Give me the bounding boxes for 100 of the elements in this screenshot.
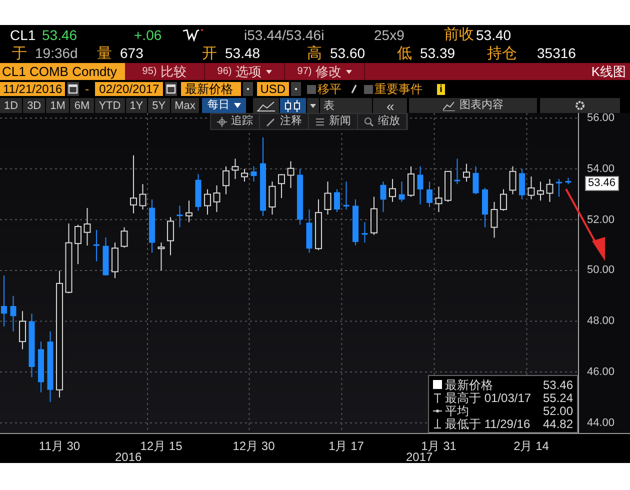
- candlestick: [102, 236, 109, 276]
- axis-label: 11月 30: [38, 438, 80, 455]
- candlestick: [204, 188, 211, 216]
- candlestick: [112, 242, 118, 279]
- security-field[interactable]: CL1 COMB Comdty: [0, 63, 125, 80]
- last-price: 53.46: [42, 26, 78, 44]
- date-separator: -: [84, 81, 90, 98]
- menu-button[interactable]: 95) 比较: [125, 63, 205, 80]
- settings-icon[interactable]: [540, 98, 620, 113]
- pencil-icon[interactable]: [350, 84, 358, 94]
- candlestick: [343, 181, 350, 210]
- period-tab[interactable]: 1M: [46, 98, 70, 113]
- candlestick: [74, 224, 82, 265]
- calendar-icon[interactable]: [165, 82, 178, 96]
- candlestick: [389, 178, 396, 202]
- candlestick: [454, 158, 460, 185]
- candlestick: [186, 200, 192, 223]
- calendar-icon[interactable]: [67, 82, 80, 96]
- candlestick: [315, 198, 322, 251]
- legend-label: 最新价格: [445, 376, 493, 392]
- candlestick: [509, 166, 516, 195]
- candlestick: [556, 178, 562, 198]
- candlestick: [158, 242, 165, 271]
- candlestick: [222, 166, 230, 195]
- candlestick: [537, 181, 544, 202]
- stat-label: 持仓: [487, 44, 517, 64]
- menu-button[interactable]: 96) 选项: [205, 63, 285, 80]
- candlestick: [19, 310, 26, 350]
- candlestick: [38, 341, 44, 393]
- low-marker-icon: [433, 418, 442, 428]
- candlestick: [306, 209, 312, 254]
- dropdown-icon[interactable]: [307, 98, 320, 113]
- axis-label: 1月 17: [328, 438, 364, 455]
- chart-tool-button[interactable]: 追踪: [211, 114, 260, 129]
- candlestick: [278, 173, 285, 199]
- axis-label: 2月 14: [514, 438, 549, 455]
- dropdown-icon[interactable]: [243, 82, 254, 96]
- stat-label: 高: [307, 44, 322, 64]
- collapse-button[interactable]: «: [373, 98, 408, 113]
- period-tab[interactable]: 6M: [70, 98, 94, 113]
- price-change: +.06: [134, 26, 163, 44]
- axis-label: 1月 31: [421, 438, 456, 453]
- period-tab[interactable]: YTD: [94, 98, 125, 113]
- info-badge[interactable]: i: [436, 84, 446, 94]
- axis-label: 12月 30: [232, 438, 275, 455]
- caret-icon: [234, 103, 242, 108]
- field-dropdown[interactable]: 最新价格: [181, 82, 242, 96]
- candlestick: [334, 188, 340, 213]
- price-tag: 53.46: [585, 176, 619, 191]
- period-tab[interactable]: Max: [170, 98, 200, 113]
- period-tab[interactable]: 5Y: [148, 98, 170, 113]
- candlestick-button[interactable]: [280, 98, 306, 113]
- chart-tool-button[interactable]: 新闻: [309, 114, 358, 129]
- dropdown-icon[interactable]: [290, 82, 301, 96]
- candlestick: [519, 168, 525, 200]
- candlestick: [287, 160, 294, 188]
- candlestick: [213, 184, 220, 213]
- candlestick: [398, 181, 405, 202]
- search-icon: [364, 116, 374, 126]
- currency-dropdown[interactable]: USD: [257, 82, 289, 96]
- crosshair-icon: [217, 116, 227, 126]
- high-marker-icon: [433, 392, 442, 402]
- frequency-dropdown[interactable]: 每日: [202, 98, 246, 113]
- period-tab[interactable]: 1Y: [126, 98, 148, 113]
- candlestick: [528, 176, 535, 200]
- candlestick: [84, 207, 91, 246]
- line-chart-button[interactable]: [253, 98, 280, 113]
- candlestick: [362, 222, 368, 244]
- toggle-label: 移平: [318, 81, 342, 98]
- candlestick: [1, 275, 7, 327]
- year-label: 2016: [115, 450, 142, 464]
- candlestick: [176, 205, 183, 228]
- candlestick: [297, 168, 303, 226]
- chart-tool-button[interactable]: 缩放: [358, 114, 407, 129]
- chart-title: K线图: [591, 63, 627, 80]
- table-button[interactable]: 表: [320, 98, 372, 113]
- axis-label: 50.00: [587, 264, 615, 276]
- checkbox[interactable]: [306, 84, 316, 94]
- candlestick: [500, 188, 507, 212]
- end-date-field[interactable]: 02/20/2017: [95, 82, 164, 96]
- period-tab[interactable]: 1D: [0, 98, 22, 113]
- bid-ask-size: 25x9: [374, 26, 406, 44]
- candlestick: [490, 201, 498, 238]
- chart-contents-button[interactable]: 图表内容: [409, 98, 538, 113]
- stat-value: 19:36d: [35, 44, 78, 63]
- menu-button[interactable]: 97) 修改: [285, 63, 365, 80]
- stat-value: 53.48: [225, 44, 260, 63]
- candlestick: [324, 181, 332, 216]
- axis-label: 12月 15: [140, 438, 182, 453]
- start-date-field[interactable]: 11/21/2016: [0, 82, 66, 96]
- axis-label: 44.00: [587, 416, 615, 429]
- candlestick: [232, 158, 239, 180]
- candlestick: [120, 226, 128, 248]
- axis-label: 52.00: [587, 214, 615, 226]
- caret-icon: [266, 70, 272, 74]
- candlestick: [139, 184, 146, 210]
- checkbox[interactable]: [364, 84, 373, 94]
- period-tab[interactable]: 3D: [23, 98, 46, 113]
- chart-tool-button[interactable]: 注释: [260, 114, 309, 129]
- candlestick: [417, 166, 424, 205]
